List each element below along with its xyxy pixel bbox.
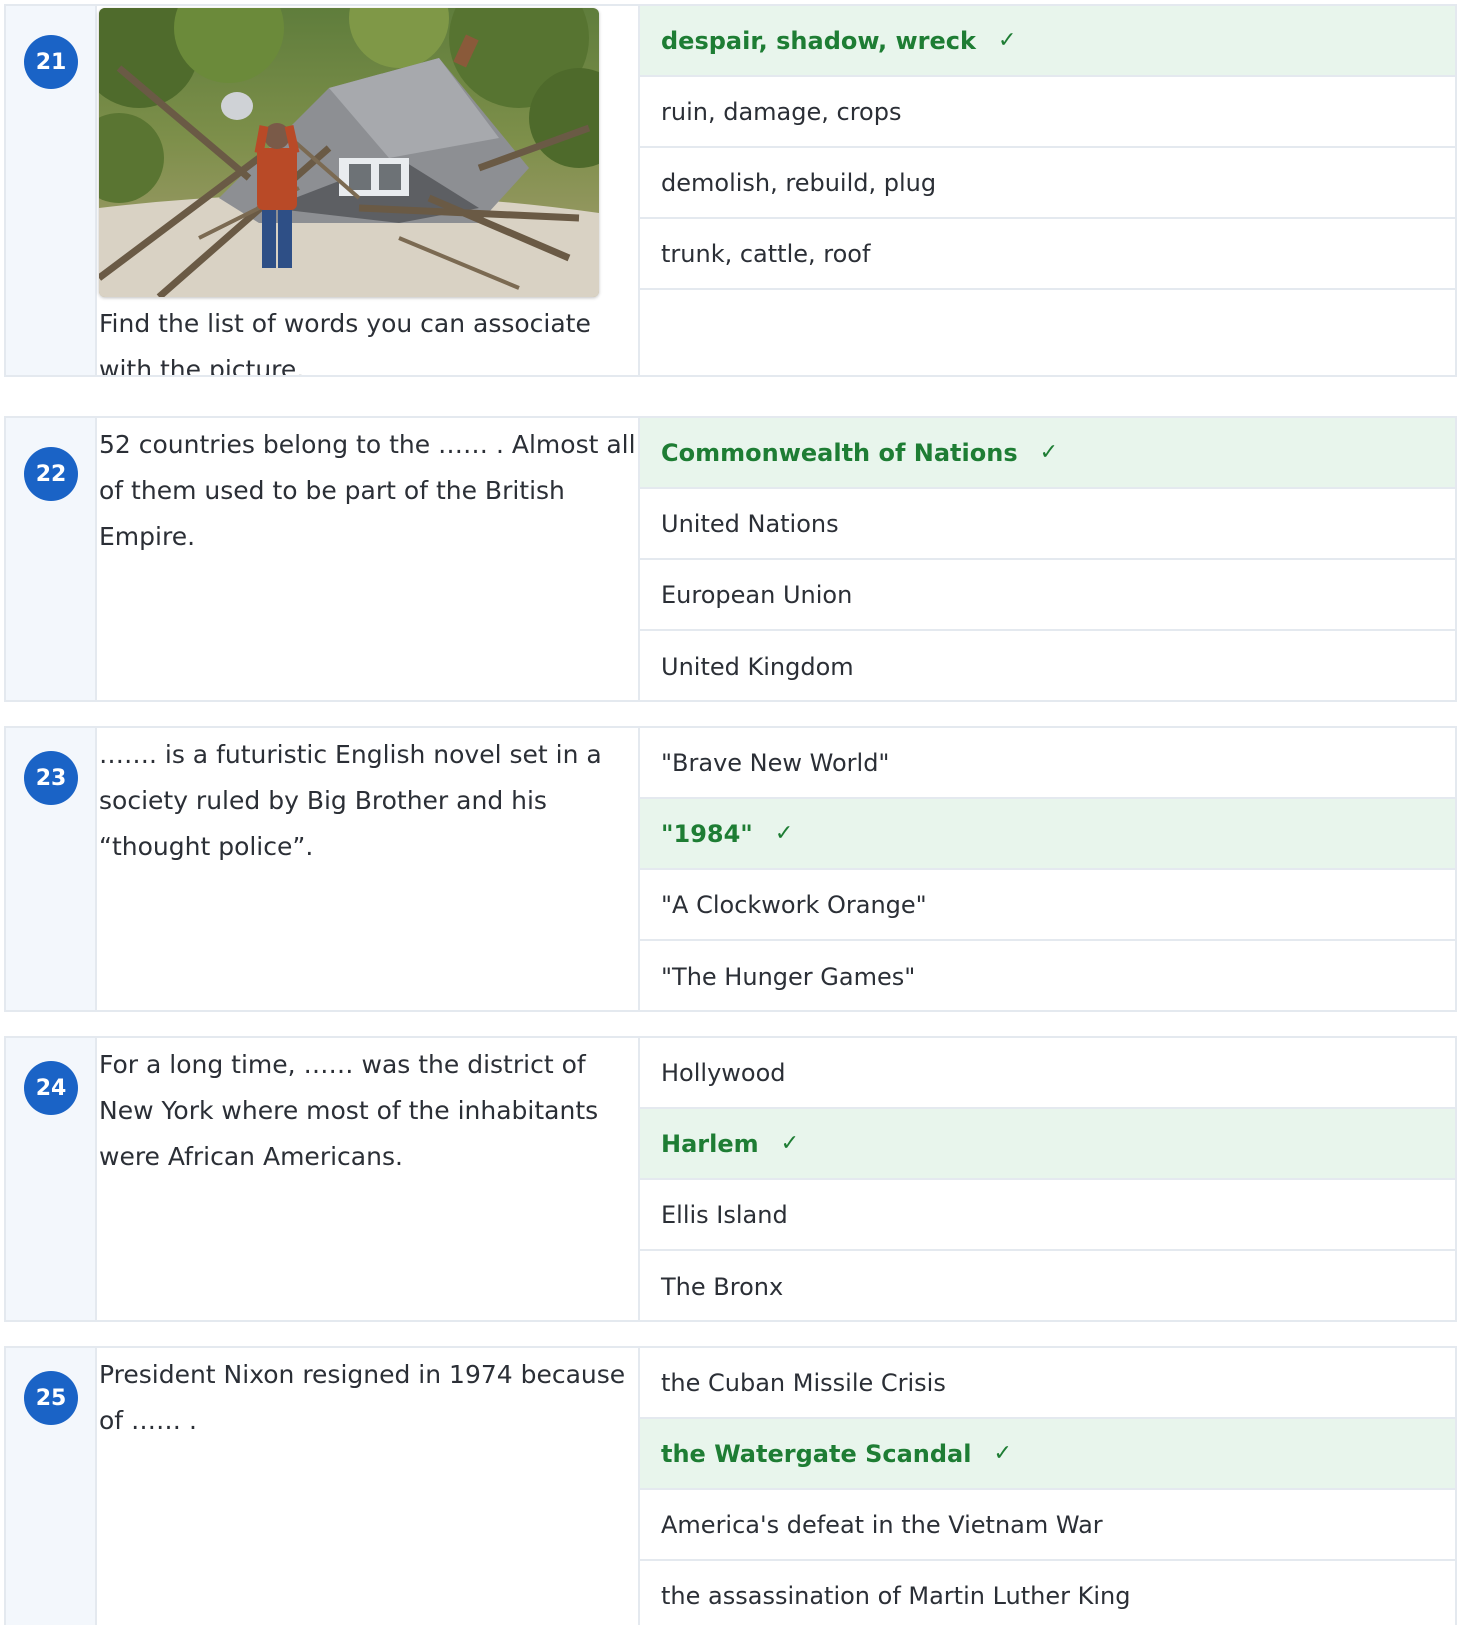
answer-options: the Cuban Missile Crisis the Watergate S… [640, 1348, 1455, 1625]
question-stem: For a long time, …… was the district of … [97, 1038, 640, 1320]
option-label: demolish, rebuild, plug [661, 168, 937, 197]
answer-option[interactable]: European Union [640, 560, 1455, 631]
question-text: ……. is a futuristic English novel set in… [99, 740, 602, 861]
check-icon: ✓ [1039, 440, 1059, 465]
answer-option[interactable]: trunk, cattle, roof [640, 219, 1455, 290]
answer-option[interactable]: Hollywood [640, 1038, 1455, 1109]
option-label: "The Hunger Games" [661, 962, 916, 991]
question-number-badge: 24 [24, 1061, 78, 1115]
answer-option[interactable]: the assassination of Martin Luther King [640, 1561, 1455, 1625]
question-number-column: 23 [6, 728, 97, 1010]
answer-option[interactable]: United Kingdom [640, 631, 1455, 700]
answer-option[interactable]: "Brave New World" [640, 728, 1455, 799]
option-label: "1984" [661, 819, 753, 848]
answer-option-correct[interactable]: Harlem ✓ [640, 1109, 1455, 1180]
option-label: ruin, damage, crops [661, 97, 902, 126]
check-icon: ✓ [993, 1441, 1012, 1466]
answer-option-correct[interactable]: "1984" ✓ [640, 799, 1455, 870]
option-label: "A Clockwork Orange" [661, 890, 927, 919]
answer-option-correct[interactable]: despair, shadow, wreck ✓ [640, 6, 1455, 77]
question-card: 22 52 countries belong to the …… . Almos… [4, 416, 1457, 702]
answer-options: "Brave New World" "1984" ✓ "A Clockwork … [640, 728, 1455, 1010]
answer-option[interactable]: ruin, damage, crops [640, 77, 1455, 148]
option-label: The Bronx [661, 1272, 784, 1301]
answer-options: Commonwealth of Nations ✓ United Nations… [640, 418, 1455, 700]
question-number-badge: 22 [24, 447, 78, 501]
question-number-badge: 23 [24, 751, 78, 805]
answer-option[interactable]: demolish, rebuild, plug [640, 148, 1455, 219]
answer-option[interactable]: "A Clockwork Orange" [640, 870, 1455, 941]
question-number-column: 25 [6, 1348, 97, 1625]
answer-option[interactable]: "The Hunger Games" [640, 941, 1455, 1010]
question-text: For a long time, …… was the district of … [99, 1050, 599, 1171]
option-label: the Watergate Scandal [661, 1439, 972, 1468]
question-card: 24 For a long time, …… was the district … [4, 1036, 1457, 1322]
answer-options: Hollywood Harlem ✓ Ellis Island The Bron… [640, 1038, 1455, 1320]
quiz-list: 21 Find the list of words you can associ… [0, 0, 1461, 1625]
question-text: President Nixon resigned in 1974 because… [99, 1360, 626, 1435]
option-label: the assassination of Martin Luther King [661, 1581, 1131, 1610]
question-stem: 52 countries belong to the …… . Almost a… [97, 418, 640, 700]
answer-option-correct[interactable]: Commonwealth of Nations ✓ [640, 418, 1455, 489]
option-label: United Kingdom [661, 652, 854, 681]
check-icon: ✓ [997, 28, 1017, 53]
question-number-badge: 21 [24, 35, 78, 89]
option-label: Commonwealth of Nations [661, 438, 1018, 467]
wrecked-house-photo [99, 8, 599, 297]
check-icon: ✓ [774, 821, 794, 846]
option-label: trunk, cattle, roof [661, 239, 871, 268]
option-label: the Cuban Missile Crisis [661, 1368, 946, 1397]
option-label: European Union [661, 580, 853, 609]
answer-option[interactable]: The Bronx [640, 1251, 1455, 1320]
answer-option[interactable]: the Cuban Missile Crisis [640, 1348, 1455, 1419]
question-stem: President Nixon resigned in 1974 because… [97, 1348, 640, 1625]
question-text: 52 countries belong to the …… . Almost a… [99, 430, 636, 551]
option-label: America's defeat in the Vietnam War [661, 1510, 1103, 1539]
question-number-badge: 25 [24, 1371, 78, 1425]
question-stem: ……. is a futuristic English novel set in… [97, 728, 640, 1010]
option-label: despair, shadow, wreck [661, 26, 976, 55]
answer-option[interactable]: United Nations [640, 489, 1455, 560]
question-number-column: 21 [6, 6, 97, 375]
answer-option[interactable]: Ellis Island [640, 1180, 1455, 1251]
question-stem: Find the list of words you can associate… [97, 6, 640, 375]
question-card: 23 ……. is a futuristic English novel set… [4, 726, 1457, 1012]
option-label: United Nations [661, 509, 839, 538]
question-number-column: 22 [6, 418, 97, 700]
answer-option[interactable]: America's defeat in the Vietnam War [640, 1490, 1455, 1561]
question-text: Find the list of words you can associate… [99, 309, 591, 377]
option-label: Harlem [661, 1129, 759, 1158]
option-label: Hollywood [661, 1058, 786, 1087]
answer-options: despair, shadow, wreck ✓ ruin, damage, c… [640, 6, 1455, 375]
answer-option-correct[interactable]: the Watergate Scandal ✓ [640, 1419, 1455, 1490]
question-number-column: 24 [6, 1038, 97, 1320]
question-card: 21 Find the list of words you can associ… [4, 4, 1457, 377]
option-label: Ellis Island [661, 1200, 788, 1229]
option-label: "Brave New World" [661, 748, 890, 777]
check-icon: ✓ [780, 1131, 800, 1156]
question-card: 25 President Nixon resigned in 1974 beca… [4, 1346, 1457, 1625]
